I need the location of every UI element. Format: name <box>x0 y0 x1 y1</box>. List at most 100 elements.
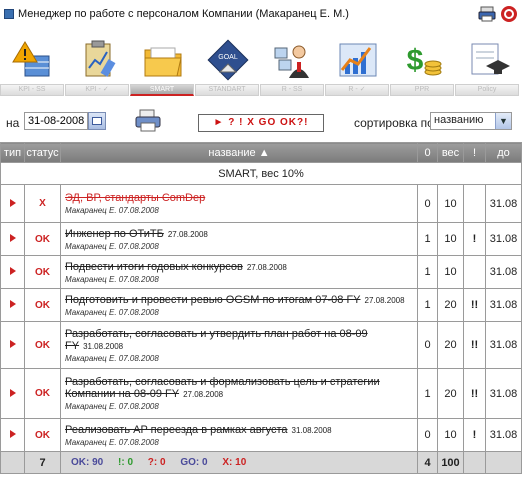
footer-blank-prio <box>463 451 486 474</box>
weight-cell: 20 <box>437 321 464 369</box>
certificate-cap-icon[interactable] <box>455 30 520 90</box>
due-cell: 31.08 <box>485 288 522 322</box>
num-cell: 1 <box>417 368 438 419</box>
table-row[interactable]: OK Реализовать AP переезда в рамках авгу… <box>0 418 522 452</box>
footer-count: 7 <box>24 451 61 474</box>
table-header-row: тип статус название ▲ 0 вес ! до <box>0 142 522 163</box>
table-row[interactable]: OK Инженер по ОТиТБ 27.08.2008 Макаранец … <box>0 222 522 256</box>
name-cell[interactable]: Инженер по ОТиТБ 27.08.2008 Макаранец Е. … <box>60 222 418 256</box>
sort-select[interactable]: названию ▼ <box>430 112 512 130</box>
type-cell[interactable] <box>0 222 25 256</box>
date-input[interactable] <box>24 112 88 130</box>
task-title[interactable]: Подготовить и провести ревью OGSM по ито… <box>65 294 361 306</box>
tab-r-ss[interactable]: R - SS <box>260 84 324 96</box>
bar-chart-icon[interactable] <box>325 30 390 90</box>
weight-cell: 10 <box>437 418 464 452</box>
warning-table-icon[interactable] <box>0 30 65 90</box>
app-logo-icon <box>4 9 14 19</box>
task-author: Макаранец Е. 07.08.2008 <box>65 241 159 251</box>
page-title: Менеджер по работе с персоналом Компании… <box>18 8 349 20</box>
type-cell[interactable] <box>0 418 25 452</box>
col-weight[interactable]: вес <box>437 142 464 163</box>
type-cell[interactable] <box>0 368 25 419</box>
stat-ok: OK: 90 <box>71 457 104 468</box>
dollar-coins-icon[interactable]: $ <box>390 30 455 90</box>
num-cell: 0 <box>417 184 438 223</box>
priority-cell: !! <box>463 368 486 419</box>
priority-cell: !! <box>463 288 486 322</box>
table-row[interactable]: OK Разработать, согласовать и утвердить … <box>0 321 522 369</box>
col-due[interactable]: до <box>485 142 522 163</box>
calendar-icon[interactable] <box>88 112 106 130</box>
weight-cell: 10 <box>437 184 464 223</box>
play-icon[interactable] <box>9 430 16 438</box>
task-date: 27.08.2008 <box>167 229 208 239</box>
name-cell[interactable]: Подвести итоги годовых конкурсов 27.08.20… <box>60 255 418 289</box>
type-cell[interactable] <box>0 321 25 369</box>
task-title[interactable]: Реализовать AP переезда в рамках августа <box>65 424 288 436</box>
col-type[interactable]: тип <box>0 142 25 163</box>
table-row[interactable]: OK Подвести итоги годовых конкурсов 27.08… <box>0 255 522 289</box>
module-icon-bar: GOAL $ <box>0 30 522 90</box>
num-cell: 1 <box>417 222 438 256</box>
clipboard-chart-icon[interactable] <box>65 30 130 90</box>
play-icon[interactable] <box>9 198 16 207</box>
section-title: SMART, вес 10% <box>0 162 522 185</box>
footer-num-total: 4 <box>417 451 438 474</box>
tab-smart[interactable]: SMART <box>130 84 194 96</box>
folder-icon[interactable] <box>130 30 195 90</box>
exit-icon[interactable] <box>500 5 518 23</box>
col-priority[interactable]: ! <box>463 142 486 163</box>
name-cell[interactable]: ЭД, ВР, стандарты ComDep Макаранец Е. 07… <box>60 184 418 223</box>
task-author: Макаранец Е. 07.08.2008 <box>65 402 159 411</box>
window-header: Менеджер по работе с персоналом Компании… <box>0 0 522 28</box>
task-title[interactable]: ЭД, ВР, стандарты ComDep <box>65 192 205 204</box>
col-name[interactable]: название ▲ <box>60 142 418 163</box>
goal-target-icon[interactable]: GOAL <box>195 30 260 90</box>
type-cell[interactable] <box>0 184 25 223</box>
tab-r-check[interactable]: R - ✓ <box>325 84 389 96</box>
tab-ppr[interactable]: PPR <box>390 84 454 96</box>
col-status[interactable]: статус <box>24 142 61 163</box>
tab-standart[interactable]: STANDART <box>195 84 259 96</box>
footer-blank-due <box>485 451 522 474</box>
task-title[interactable]: Инженер по ОТиТБ <box>65 228 164 240</box>
team-person-icon[interactable] <box>260 30 325 90</box>
weight-cell: 20 <box>437 368 464 419</box>
play-icon[interactable] <box>9 267 16 275</box>
tab-kpi-check[interactable]: KPI - ✓ <box>65 84 129 96</box>
type-cell[interactable] <box>0 255 25 289</box>
play-icon[interactable] <box>9 340 16 348</box>
name-cell[interactable]: Подготовить и провести ревью OGSM по ито… <box>60 288 418 322</box>
task-date: 27.08.2008 <box>364 295 405 305</box>
status-cell: X <box>24 184 61 223</box>
task-date: 27.08.2008 <box>183 390 224 399</box>
table-row[interactable]: X ЭД, ВР, стандарты ComDep Макаранец Е. … <box>0 184 522 223</box>
priority-cell: ! <box>463 418 486 452</box>
printer-icon[interactable] <box>478 5 496 23</box>
task-title[interactable]: Подвести итоги годовых конкурсов <box>65 261 243 273</box>
type-cell[interactable] <box>0 288 25 322</box>
status-cell: OK <box>24 288 61 322</box>
col-num[interactable]: 0 <box>417 142 438 163</box>
play-icon[interactable] <box>9 300 16 308</box>
tab-kpi-ss[interactable]: KPI - SS <box>0 84 64 96</box>
name-cell[interactable]: Реализовать AP переезда в рамках августа… <box>60 418 418 452</box>
num-cell: 0 <box>417 321 438 369</box>
section-row: SMART, вес 10% <box>0 162 522 185</box>
play-icon[interactable] <box>9 234 16 242</box>
name-cell[interactable]: Разработать, согласовать и формализовать… <box>60 368 418 419</box>
tasks-table: тип статус название ▲ 0 вес ! до SMART, … <box>0 142 522 474</box>
table-row[interactable]: OK Подготовить и провести ревью OGSM по … <box>0 288 522 322</box>
play-icon[interactable] <box>9 388 16 397</box>
table-row[interactable]: OK Разработать, согласовать и формализов… <box>0 368 522 419</box>
due-cell: 31.08 <box>485 418 522 452</box>
name-cell[interactable]: Разработать, согласовать и утвердить пла… <box>60 321 418 369</box>
tab-policy[interactable]: Policy <box>455 84 519 96</box>
print-report-icon[interactable] <box>134 108 162 134</box>
task-date: 31.08.2008 <box>83 341 124 351</box>
status-filter-button[interactable]: ► ? ! X GO OK?! <box>198 114 324 132</box>
task-date: 31.08.2008 <box>291 425 332 435</box>
task-author: Макаранец Е. 07.08.2008 <box>65 206 159 215</box>
chevron-down-icon[interactable]: ▼ <box>495 113 511 129</box>
